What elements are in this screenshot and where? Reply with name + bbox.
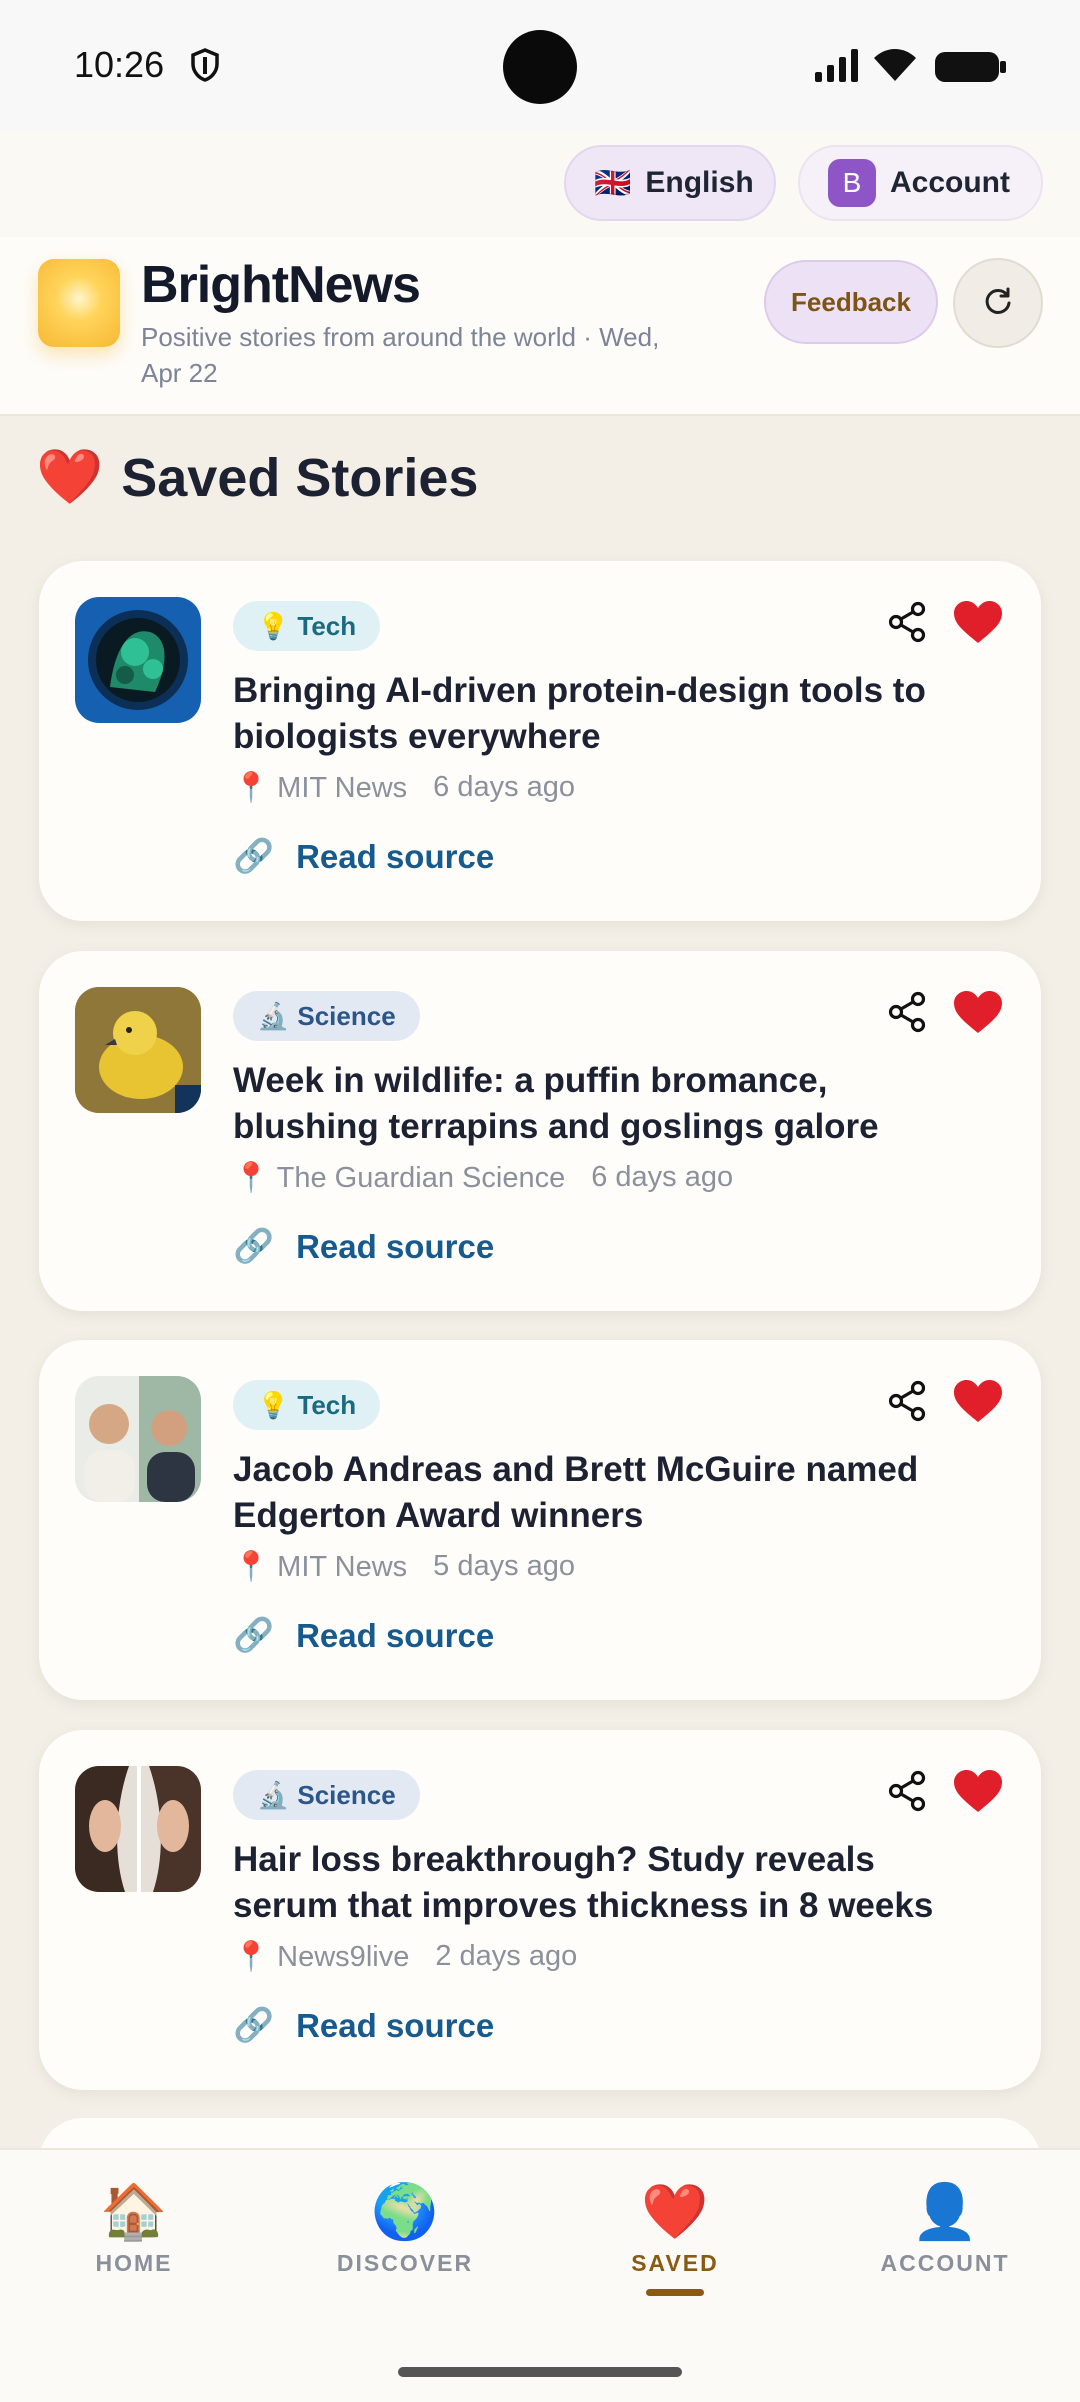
sun-logo-icon xyxy=(38,259,120,347)
home-indicator[interactable] xyxy=(398,2367,682,2377)
refresh-button[interactable] xyxy=(953,258,1043,348)
share-icon[interactable] xyxy=(887,991,927,1038)
share-icon[interactable] xyxy=(887,601,927,648)
lightbulb-icon: 💡 xyxy=(257,1389,290,1420)
battery-icon xyxy=(935,50,1007,89)
active-indicator xyxy=(646,2289,704,2296)
share-icon[interactable] xyxy=(887,1380,927,1427)
signal-icon xyxy=(815,48,861,87)
camera-cutout xyxy=(503,30,577,104)
story-card[interactable]: 🔬 Science Hair loss breakthrough? Study … xyxy=(39,1730,1041,2090)
story-meta: 📍 The Guardian Science 6 days ago xyxy=(233,1161,733,1195)
category-tag: 🔬 Science xyxy=(233,1770,420,1820)
story-title[interactable]: Week in wildlife: a puffin bromance, blu… xyxy=(233,1058,973,1150)
category-label: Science xyxy=(297,1779,396,1810)
pin-icon: 📍 xyxy=(233,1162,270,1194)
read-source-label: Read source xyxy=(296,1616,495,1654)
story-card[interactable]: 💡 Tech Jacob Andreas and Brett McGuire n… xyxy=(39,1340,1041,1700)
story-title[interactable]: Bringing AI-driven protein-design tools … xyxy=(233,668,973,760)
nav-saved[interactable]: ❤️ SAVED xyxy=(565,2180,785,2296)
story-meta: 📍 MIT News 5 days ago xyxy=(233,1550,575,1584)
category-label: Tech xyxy=(297,610,357,641)
story-time: 5 days ago xyxy=(433,1550,576,1582)
shield-icon xyxy=(190,48,220,87)
story-thumbnail xyxy=(75,1376,201,1502)
status-bar: 10:26 xyxy=(0,0,1080,132)
uk-flag-icon: 🇬🇧 xyxy=(594,166,632,200)
story-title[interactable]: Hair loss breakthrough? Study reveals se… xyxy=(233,1837,973,1929)
read-source-link[interactable]: 🔗 Read source xyxy=(233,1616,494,1655)
story-source: The Guardian Science xyxy=(276,1162,566,1194)
home-icon: 🏠 xyxy=(100,2182,168,2242)
story-thumbnail xyxy=(75,987,201,1113)
story-source: MIT News xyxy=(277,1551,408,1583)
share-icon[interactable] xyxy=(887,1770,927,1817)
status-time: 10:26 xyxy=(74,44,165,85)
story-meta: 📍 News9live 2 days ago xyxy=(233,1940,577,1974)
refresh-icon xyxy=(983,286,1013,321)
globe-icon: 🌍 xyxy=(371,2182,439,2242)
read-source-label: Read source xyxy=(296,2006,495,2044)
read-source-link[interactable]: 🔗 Read source xyxy=(233,1227,494,1266)
saved-heart-icon[interactable] xyxy=(952,599,1004,650)
read-source-link[interactable]: 🔗 Read source xyxy=(233,837,494,876)
category-tag: 💡 Tech xyxy=(233,601,381,651)
pin-icon: 📍 xyxy=(233,1941,270,1973)
category-label: Science xyxy=(297,1000,396,1031)
link-icon: 🔗 xyxy=(233,1616,275,1653)
nav-label: DISCOVER xyxy=(336,2250,474,2276)
bottom-nav: 🏠 HOME 🌍 DISCOVER ❤️ SAVED 👤 ACCOUNT xyxy=(0,2148,1080,2402)
story-meta: 📍 MIT News 6 days ago xyxy=(233,771,575,805)
read-source-label: Read source xyxy=(296,837,495,875)
link-icon: 🔗 xyxy=(233,837,275,874)
category-label: Tech xyxy=(297,1389,357,1420)
saved-heart-icon[interactable] xyxy=(952,1768,1004,1819)
language-button[interactable]: 🇬🇧 English xyxy=(564,145,776,221)
section-title-text: Saved Stories xyxy=(121,447,479,508)
nav-discover[interactable]: 🌍 DISCOVER xyxy=(295,2180,515,2277)
story-card[interactable]: 💡 Tech Bringing AI-driven protein-design… xyxy=(39,561,1041,921)
brand-tagline: Positive stories from around the world ·… xyxy=(141,322,660,388)
avatar: B xyxy=(828,159,876,207)
story-time: 6 days ago xyxy=(433,771,576,803)
story-source: MIT News xyxy=(277,772,408,804)
nav-label: HOME xyxy=(95,2250,173,2276)
microscope-icon: 🔬 xyxy=(257,1779,290,1810)
link-icon: 🔗 xyxy=(233,2006,275,2043)
category-tag: 🔬 Science xyxy=(233,991,420,1041)
category-tag: 💡 Tech xyxy=(233,1380,381,1430)
read-source-link[interactable]: 🔗 Read source xyxy=(233,2006,494,2045)
microscope-icon: 🔬 xyxy=(257,1000,290,1031)
nav-label: ACCOUNT xyxy=(880,2250,1010,2276)
read-source-label: Read source xyxy=(296,1227,495,1265)
story-time: 2 days ago xyxy=(435,1940,578,1972)
pin-icon: 📍 xyxy=(233,1551,270,1583)
top-bar: 🇬🇧 English B Account xyxy=(0,132,1080,237)
account-label: Account xyxy=(890,166,1010,199)
saved-heart-icon[interactable] xyxy=(952,1378,1004,1429)
nav-label: SAVED xyxy=(631,2250,719,2276)
heart-icon: ❤️ xyxy=(641,2182,709,2242)
wifi-icon xyxy=(872,46,918,87)
story-time: 6 days ago xyxy=(591,1161,734,1193)
story-title[interactable]: Jacob Andreas and Brett McGuire named Ed… xyxy=(233,1447,973,1539)
saved-heart-icon[interactable] xyxy=(952,989,1004,1040)
link-icon: 🔗 xyxy=(233,1227,275,1264)
story-source: News9live xyxy=(277,1941,410,1973)
feedback-button[interactable]: Feedback xyxy=(764,260,938,344)
nav-home[interactable]: 🏠 HOME xyxy=(24,2180,244,2277)
story-thumbnail xyxy=(75,597,201,723)
section-title: ❤️ Saved Stories xyxy=(36,446,478,509)
language-label: English xyxy=(645,166,754,199)
pin-icon: 📍 xyxy=(233,772,270,804)
account-button[interactable]: B Account xyxy=(798,145,1043,221)
user-icon: 👤 xyxy=(911,2182,979,2242)
lightbulb-icon: 💡 xyxy=(257,610,290,641)
brand-title: BrightNews xyxy=(141,256,421,314)
heart-icon: ❤️ xyxy=(36,447,104,507)
story-card[interactable]: 🔬 Science Week in wildlife: a puffin bro… xyxy=(39,951,1041,1311)
nav-account[interactable]: 👤 ACCOUNT xyxy=(835,2180,1055,2277)
story-thumbnail xyxy=(75,1766,201,1892)
app-header: BrightNews Positive stories from around … xyxy=(0,237,1080,416)
